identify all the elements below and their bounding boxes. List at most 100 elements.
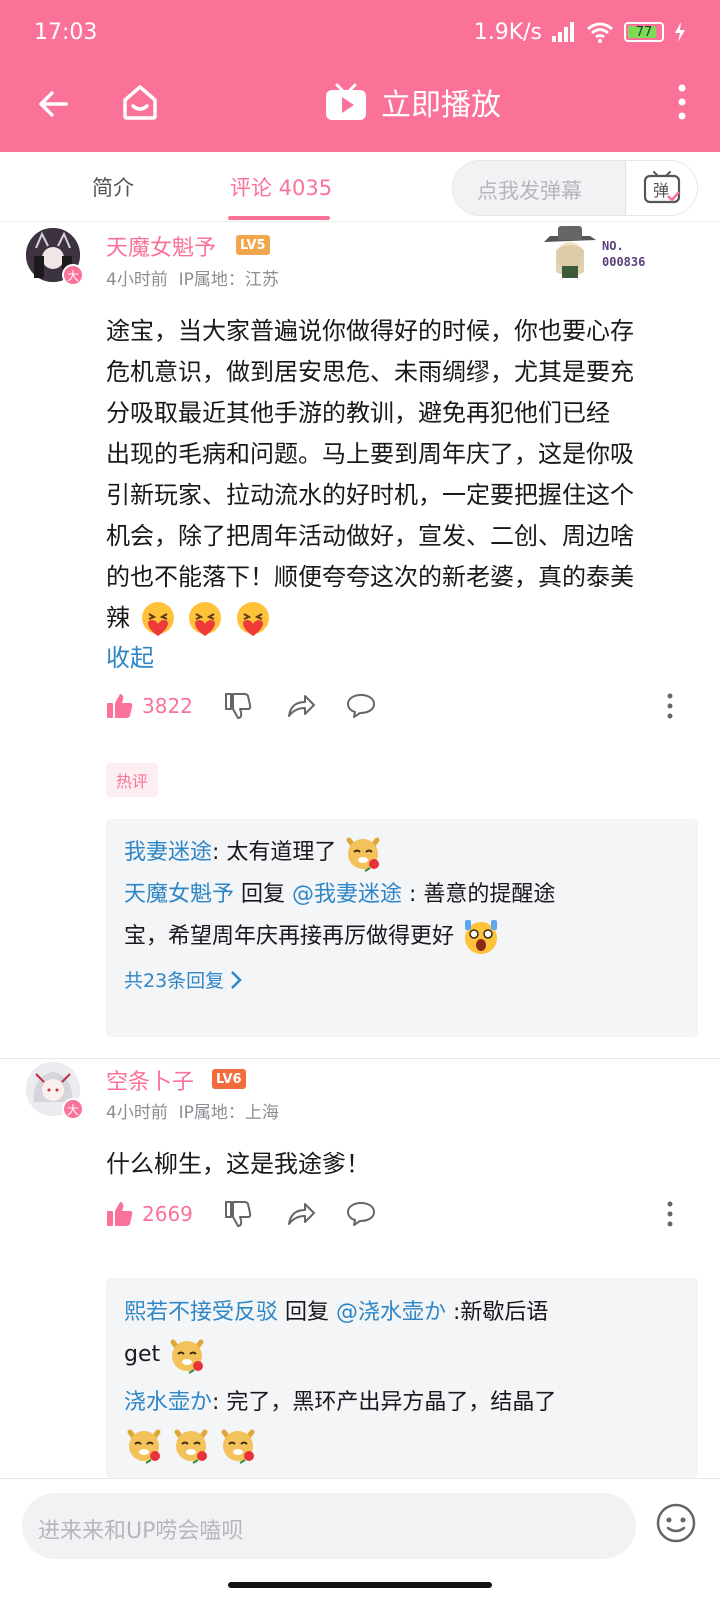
home-icon[interactable] — [118, 80, 162, 124]
comment-ip: IP属地：江苏 — [178, 270, 279, 290]
more-vertical-icon[interactable] — [664, 692, 676, 720]
network-speed: 1.9K/s — [473, 19, 542, 45]
comment-input[interactable]: 进来来和UP唠会嗑呗 — [22, 1493, 636, 1559]
more-vertical-icon[interactable] — [664, 1200, 676, 1228]
fan-sticker-number: NO. 000836 — [602, 239, 646, 269]
gesture-home-bar[interactable] — [228, 1582, 492, 1588]
comment-line: 机会，除了把周年活动做好，宣发、二创、周边啥 — [106, 522, 634, 550]
shocked-emoji-icon — [465, 920, 498, 954]
more-vertical-icon[interactable] — [672, 80, 692, 132]
doge-rose-emoji-icon — [174, 1429, 208, 1464]
status-bar: 17:03 1.9K/s 77 — [0, 0, 720, 64]
thumbs-up-icon — [107, 694, 133, 718]
heart-hug-emoji-icon — [236, 602, 269, 636]
reply-item[interactable]: 熙若不接受反驳 回复 @浇水壶か :新歇后语 get — [124, 1292, 684, 1376]
thumbs-up-icon — [107, 1202, 133, 1226]
comment-username[interactable]: 天魔女魁予 — [106, 230, 216, 262]
level-badge: LV5 — [236, 235, 270, 255]
comment-line: 辣 — [106, 604, 130, 632]
chevron-right-icon — [231, 970, 242, 989]
fan-sticker-image — [544, 226, 596, 278]
comment-username[interactable]: 空条卜子 — [106, 1064, 194, 1096]
comment-ip: IP属地：上海 — [178, 1103, 279, 1123]
like-button[interactable]: 2669 — [106, 1200, 193, 1228]
avatar-badge: 大 — [62, 1098, 84, 1120]
danmaku-button[interactable]: 弹 — [625, 161, 697, 215]
reply-text: 宝，希望周年庆再接再厉做得更好 — [124, 924, 455, 949]
fan-sticker[interactable]: NO. 000836 — [540, 222, 670, 282]
doge-rose-emoji-icon — [127, 1429, 161, 1464]
like-count: 2669 — [142, 1202, 193, 1226]
avatar[interactable]: 大 — [26, 228, 84, 286]
comment-input-placeholder: 进来来和UP唠会嗑呗 — [38, 1519, 244, 1544]
reply-mention[interactable]: @我妻迷途 — [292, 882, 402, 907]
comment-line: 分吸取最近其他手游的教训，避免再犯他们已经 — [106, 399, 610, 427]
like-count: 3822 — [142, 694, 193, 718]
avatar[interactable]: 大 — [26, 1062, 84, 1120]
reply-word: 回复 — [234, 882, 293, 907]
danmaku-placeholder: 点我发弹幕 — [477, 179, 582, 203]
reply-username[interactable]: 我妻迷途 — [124, 840, 212, 865]
doge-rose-emoji-icon — [346, 837, 380, 872]
emoji-picker-icon[interactable] — [654, 1501, 698, 1545]
collapse-link[interactable]: 收起 — [106, 638, 154, 673]
reply-username[interactable]: 浇水壶か — [124, 1390, 212, 1415]
back-arrow-icon[interactable] — [32, 82, 76, 126]
reply-item[interactable]: 天魔女魁予 回复 @我妻迷途 : 善意的提醒途 宝，希望周年庆再接再厉做得更好 — [124, 874, 684, 958]
comment-actions: 3822 — [106, 692, 696, 732]
heart-hug-emoji-icon — [189, 602, 222, 636]
comment-divider — [0, 1058, 720, 1059]
reply-username[interactable]: 天魔女魁予 — [124, 882, 234, 907]
tab-comments[interactable]: 评论 4035 — [230, 172, 332, 202]
battery-icon: 77 — [624, 22, 664, 42]
play-now-button[interactable]: 立即播放 — [325, 80, 501, 124]
comment-time: 4小时前 — [106, 270, 168, 290]
share-icon[interactable] — [286, 1200, 316, 1228]
thumbs-down-icon[interactable] — [224, 1200, 252, 1228]
level-badge: LV6 — [212, 1069, 246, 1089]
heart-hug-emoji-icon — [141, 602, 174, 636]
reply-bubble-icon[interactable] — [346, 692, 376, 720]
reply-bubble-icon[interactable] — [346, 1200, 376, 1228]
danmaku-button-label: 弹 — [653, 181, 669, 200]
reply-word: 回复 — [278, 1300, 337, 1325]
more-replies-label: 共23条回复 — [124, 970, 225, 992]
wifi-icon — [587, 22, 613, 43]
reply-text: : 完了，黑环产出异方晶了，结晶了 — [212, 1390, 557, 1415]
share-icon[interactable] — [286, 692, 316, 720]
doge-rose-emoji-icon — [170, 1339, 204, 1374]
comment-line: 出现的毛病和问题。马上要到周年庆了，这是你吸 — [106, 440, 634, 468]
comment-meta: 4小时前 IP属地：上海 — [106, 1098, 279, 1123]
status-time: 17:03 — [34, 19, 98, 45]
replies-box[interactable]: 我妻迷途: 太有道理了 天魔女魁予 回复 @我妻迷途 : 善意的提醒途 宝，希望… — [106, 819, 698, 1037]
comment-line: 的也不能落下！顺便夸夸这次的新老婆，真的泰美 — [106, 563, 634, 591]
reply-item[interactable]: 浇水壶か: 完了，黑环产出异方晶了，结晶了 — [124, 1382, 684, 1466]
tab-indicator — [228, 216, 330, 220]
replies-box[interactable]: 熙若不接受反驳 回复 @浇水壶か :新歇后语 get 浇水壶か: 完了，黑环产出… — [106, 1278, 698, 1478]
comment-line: 途宝，当大家普遍说你做得好的时候，你也要心存 — [106, 317, 634, 345]
hot-comment-badge: 热评 — [106, 763, 159, 797]
danmaku-input[interactable]: 点我发弹幕 弹 — [452, 160, 698, 216]
comment-line: 引新玩家、拉动流水的好时机，一定要把握住这个 — [106, 481, 634, 509]
battery-level: 77 — [635, 24, 653, 40]
comment-body: 途宝，当大家普遍说你做得好的时候，你也要心存 危机意识，做到居安思危、未雨绸缪，… — [106, 311, 696, 639]
tv-play-icon — [326, 83, 366, 120]
tab-intro[interactable]: 简介 — [92, 172, 134, 202]
reply-mention[interactable]: @浇水壶か — [336, 1300, 446, 1325]
reply-text: : 太有道理了 — [212, 840, 337, 865]
doge-rose-emoji-icon — [221, 1429, 255, 1464]
reply-username[interactable]: 熙若不接受反驳 — [124, 1300, 278, 1325]
reply-text: get — [124, 1342, 161, 1367]
like-button[interactable]: 3822 — [106, 692, 193, 720]
more-replies-link[interactable]: 共23条回复 — [124, 966, 242, 993]
reply-item[interactable]: 我妻迷途: 太有道理了 — [124, 832, 684, 874]
signal-icon — [552, 22, 574, 42]
reply-text: :新歇后语 — [446, 1300, 549, 1325]
comment-body: 什么柳生，这是我途爹！ — [106, 1150, 370, 1178]
avatar-badge: 大 — [62, 264, 84, 286]
comment-last-line: 辣 — [106, 598, 696, 639]
comment-meta: 4小时前 IP属地：江苏 — [106, 265, 279, 290]
comment-time: 4小时前 — [106, 1103, 168, 1123]
charging-icon — [675, 22, 685, 42]
thumbs-down-icon[interactable] — [224, 692, 252, 720]
